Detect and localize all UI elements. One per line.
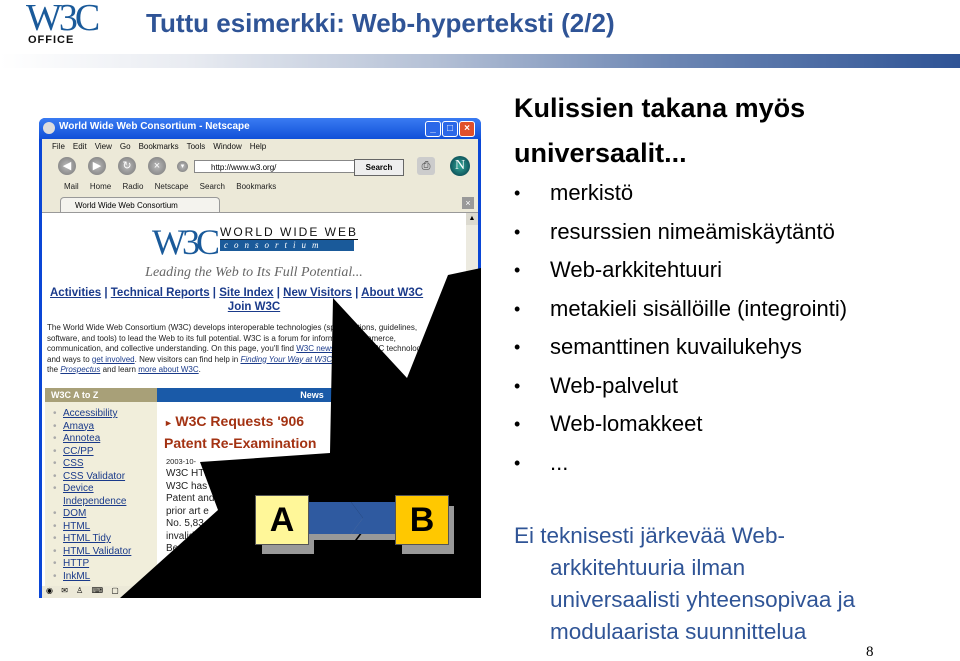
box-b: B [395,495,449,545]
page-tagline: Leading the Web to Its Full Potential... [145,265,363,280]
netscape-logo: N [450,156,470,176]
slide-title: Tuttu esimerkki: Web-hyperteksti (2/2) [146,8,615,38]
print-icon[interactable]: ⎙ [417,157,435,175]
az-item[interactable]: CSS [53,458,157,471]
menu-file[interactable]: File [52,142,65,151]
bullet-item: resurssien nimeämiskäytäntö [514,213,847,252]
az-list-box: Accessibility Amaya Annotea CC/PP CSS CS… [45,402,157,586]
az-item[interactable]: Independence [63,496,157,509]
bookmark-search[interactable]: Search [200,182,225,191]
conclusion-text: Ei teknisesti järkevää Web- arkkitehtuur… [514,523,856,644]
az-header: W3C A to Z [45,388,157,402]
netscape-icon [43,122,55,134]
reload-icon[interactable]: ↻ [118,157,136,175]
page-intro: The World Wide Web Consortium (W3C) deve… [47,323,432,374]
az-item[interactable]: HTML Tidy [53,533,157,546]
link-new-visitors[interactable]: New Visitors [283,287,352,299]
link-w3c-news[interactable]: W3C news [296,344,335,353]
az-item[interactable]: HTTP [53,558,157,571]
maximize-button[interactable]: □ [442,121,458,137]
browser-tab[interactable]: World Wide Web Consortium [60,197,220,212]
link-activities[interactable]: Activities [50,287,101,299]
bullet-list: merkistö resurssien nimeämiskäytäntö Web… [514,174,847,482]
search-button[interactable]: Search [354,159,404,176]
link-technical-reports[interactable]: Technical Reports [111,287,210,299]
bookmark-mail[interactable]: Mail [64,182,79,191]
w3c-office-logo: W3C OFFICE [26,0,100,48]
dropdown-icon[interactable]: ▾ [177,161,188,172]
az-item[interactable]: Annotea [53,433,157,446]
page-nav-links: Activities | Technical Reports | Site In… [50,287,424,299]
bookmark-netscape[interactable]: Netscape [155,182,189,191]
bullet-item: Web-palvelut [514,367,847,406]
browser-titlebar: World Wide Web Consortium - Netscape _ □… [39,118,481,139]
logo-office-text: OFFICE [28,34,75,46]
consortium-logo-text: consortium [220,240,354,251]
az-item[interactable]: Accessibility [53,408,157,421]
menu-edit[interactable]: Edit [73,142,87,151]
bookmarks-toolbar: Mail Home Radio Netscape Search Bookmark… [42,179,478,195]
browser-window-title: World Wide Web Consortium - Netscape [59,121,250,132]
link-more-about-w3c[interactable]: more about W3C [138,365,198,374]
www-logo-text: WORLD WIDE WEB [220,225,358,240]
bullet-item: Web-lomakkeet [514,405,847,444]
content-heading: Kulissien takana myös universaalit... [514,93,806,168]
forward-icon[interactable]: ▶ [88,157,106,175]
status-icons: ◉ ✉ ♙ ⌨ ▢ [46,586,122,595]
menu-go[interactable]: Go [120,142,131,151]
az-item[interactable]: InkML [53,571,157,584]
menu-view[interactable]: View [95,142,112,151]
browser-menubar: File Edit View Go Bookmarks Tools Window Help [42,139,478,155]
page-scrollbar[interactable]: ▲ [466,213,478,586]
link-about-w3c[interactable]: About W3C [361,287,423,299]
logo-w3c-text: W3C [26,0,100,39]
bullet-item: metakieli sisällöille (integrointi) [514,290,847,329]
tab-row: World Wide Web Consortium × [42,195,478,213]
triangle-bullet-icon: ► [164,418,176,428]
az-item[interactable]: CSS Validator [53,471,157,484]
url-input[interactable]: http://www.w3.org/ [194,160,362,173]
menu-bookmarks[interactable]: Bookmarks [139,142,179,151]
minimize-button[interactable]: _ [425,121,441,137]
az-item[interactable]: CC/PP [53,446,157,459]
browser-navbar: ◀ ▶ ↻ × ▾ http://www.w3.org/ Search ⎙ N [42,155,478,179]
az-item[interactable]: Device [53,483,157,496]
az-item[interactable]: HTML Validator [53,546,157,559]
bookmark-radio[interactable]: Radio [122,182,143,191]
news-date: 2003-10- [166,457,197,466]
news-title[interactable]: ► W3C Requests '906 Patent Re-Examinatio… [164,411,316,453]
menu-window[interactable]: Window [213,142,241,151]
menu-help[interactable]: Help [250,142,266,151]
az-item[interactable]: DOM [53,508,157,521]
menu-tools[interactable]: Tools [187,142,206,151]
link-get-involved[interactable]: get involved [92,355,135,364]
tab-close-icon[interactable]: × [462,197,474,209]
title-gradient-bar [0,54,960,68]
stop-icon[interactable]: × [148,157,166,175]
link-join-w3c[interactable]: Join W3C [42,301,466,313]
link-finding-your-way[interactable]: Finding Your Way at W3C [240,355,332,364]
bookmark-bookmarks[interactable]: Bookmarks [236,182,276,191]
w3c-page-logo: W3C [152,222,220,262]
az-item[interactable]: HTML [53,521,157,534]
browser-statusbar: ◉ ✉ ♙ ⌨ ▢ [42,586,478,598]
back-icon[interactable]: ◀ [58,157,76,175]
bullet-item: Web-arkkitehtuuri [514,251,847,290]
bullet-item: ... [514,444,847,483]
page-number: 8 [866,644,874,660]
bookmark-home[interactable]: Home [90,182,111,191]
link-site-index[interactable]: Site Index [219,287,273,299]
bullet-item: merkistö [514,174,847,213]
bullet-item: semanttinen kuvailukehys [514,328,847,367]
news-header: News [157,388,466,402]
scroll-up-icon[interactable]: ▲ [466,213,478,225]
az-item[interactable]: Amaya [53,421,157,434]
news-body: W3C HTML W3C has Patent and prior art e … [166,468,219,554]
link-prospectus[interactable]: Prospectus [60,365,100,374]
close-button[interactable]: × [459,121,475,137]
box-a: A [255,495,309,545]
